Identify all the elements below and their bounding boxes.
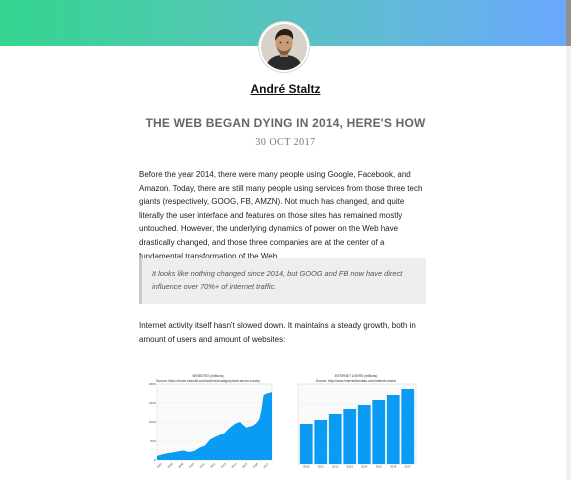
websites-x-tick-label: 2017: [262, 462, 270, 470]
websites-x-tick-label: 2010: [188, 462, 196, 470]
websites-chart-svg: 0 500 1000 1500 2000 2007 2008 2009 2010 2011 2012…: [149, 382, 273, 470]
scrollbar-track[interactable]: [566, 0, 571, 480]
websites-x-tick-label: 2007: [156, 462, 164, 470]
internet-activity-paragraph: Internet activity itself hasn't slowed d…: [139, 321, 416, 344]
users-x-tick-label: 2015: [376, 465, 383, 469]
users-bar: [386, 395, 400, 464]
users-x-tick-label: 2010: [303, 465, 310, 469]
scrollbar-thumb[interactable]: [566, 0, 571, 46]
internet-users-chart-svg: 2010 2011 2012 2013 2014 2015 2016 2017: [297, 383, 417, 469]
websites-x-tick-label: 2016: [252, 462, 260, 470]
websites-chart: WEBSITES (millions) Source: https://news…: [140, 374, 276, 472]
websites-x-tick-label: 2013: [220, 462, 228, 470]
internet-users-chart: INTERNET USERS (millions) Source: http:/…: [288, 374, 424, 472]
avatar-portrait: [261, 24, 307, 70]
users-bar: [314, 420, 328, 464]
users-x-tick-label: 2011: [318, 465, 324, 469]
websites-x-tick-label: 2014: [230, 462, 238, 470]
post-title: THE WEB BEGAN DYING IN 2014, HERE'S HOW: [145, 116, 426, 130]
users-bar: [328, 414, 342, 464]
websites-y-tick-label: 2000: [149, 382, 156, 386]
websites-y-tick-label: 1500: [149, 401, 156, 405]
websites-x-tick-label: 2009: [177, 462, 185, 470]
websites-x-tick-label: 2012: [209, 462, 217, 470]
users-bar: [299, 424, 313, 464]
blockquote: It looks like nothing changed since 2014…: [139, 258, 426, 304]
users-x-tick-label: 2016: [390, 465, 397, 469]
users-bar: [343, 409, 357, 464]
users-x-tick-label: 2012: [332, 465, 339, 469]
websites-y-tick-label: 1000: [149, 420, 156, 424]
websites-y-tick-label: 0: [154, 458, 156, 462]
users-bar: [357, 405, 371, 464]
users-bar: [401, 389, 415, 464]
websites-x-tick-label: 2015: [241, 462, 249, 470]
avatar[interactable]: [259, 22, 309, 72]
users-x-tick-label: 2014: [361, 465, 368, 469]
websites-x-tick-label: 2011: [199, 462, 206, 469]
users-x-tick-label: 2013: [347, 465, 354, 469]
post-date: 30 OCT 2017: [255, 137, 316, 148]
websites-y-tick-label: 500: [150, 439, 155, 443]
users-bar: [372, 400, 386, 464]
users-x-tick-label: 2017: [405, 465, 412, 469]
intro-paragraph: Before the year 2014, there were many pe…: [139, 170, 423, 261]
websites-x-tick-label: 2008: [166, 462, 174, 470]
author-name-link[interactable]: André Staltz: [0, 82, 571, 96]
